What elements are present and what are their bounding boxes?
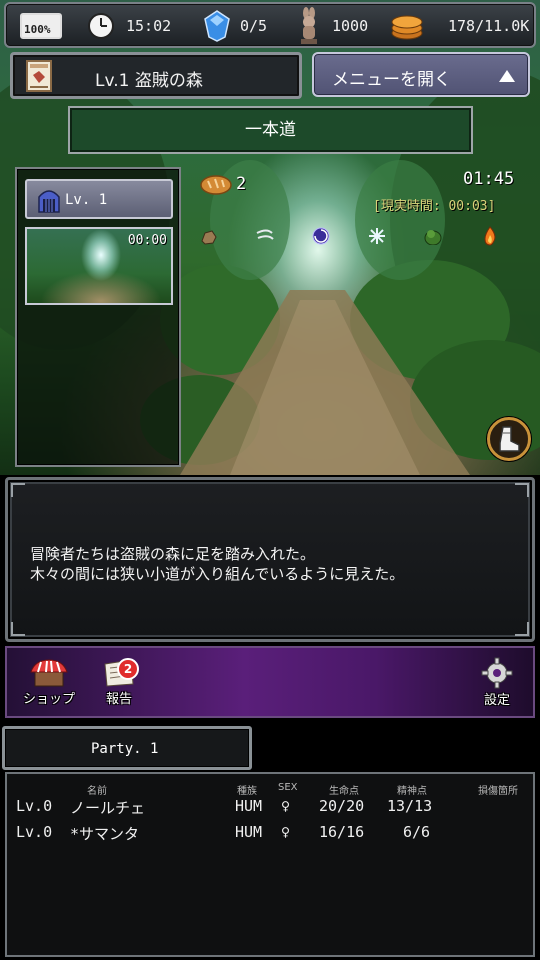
scroll-map-icon	[26, 60, 52, 92]
member-race: HUM	[235, 797, 263, 815]
coin-counter: 178/11.0K	[390, 4, 529, 48]
battery-icon: 100%	[20, 13, 62, 39]
floor-panel: Lv. 1 00:00	[15, 167, 181, 467]
floor-level-label: Lv. 1	[65, 192, 108, 208]
battery-text: 100%	[24, 23, 51, 36]
gem-count: 0/5	[240, 17, 268, 35]
report-button[interactable]: 報告 2	[83, 648, 155, 716]
battery-indicator: 100%	[20, 4, 62, 48]
shop-label: ショップ	[22, 691, 75, 707]
member-race: HUM	[235, 823, 263, 841]
action-bar: ショップ 報告 2 設定	[5, 646, 535, 718]
corner-ornament	[11, 483, 25, 497]
member-sex: ♀	[281, 823, 291, 841]
bush-icon	[423, 226, 443, 246]
rabbit-counter: 1000	[298, 4, 368, 48]
triangle-up-icon	[499, 70, 515, 82]
corner-ornament	[515, 622, 529, 636]
report-badge: 2	[117, 658, 139, 680]
shop-stall-icon	[30, 658, 68, 686]
rabbit-count: 1000	[332, 17, 369, 35]
party-member-row[interactable]: Lv.0 ノールチェ HUM ♀ 20/20 13/13	[7, 794, 533, 820]
member-name: ノールチェ	[70, 799, 146, 817]
route-name: 一本道	[245, 120, 296, 140]
coin-stack-icon	[391, 15, 423, 40]
location-header: Lv.1 盗賊の森	[10, 52, 302, 99]
member-mp: 13/13	[387, 797, 433, 815]
member-mp: 6/6	[403, 823, 431, 841]
bread-count: 2	[236, 174, 247, 194]
open-menu-label: メニューを開く	[332, 70, 451, 90]
gem-counter: 0/5	[204, 4, 267, 48]
rabbit-statue-icon	[301, 7, 317, 44]
member-sex: ♀	[281, 797, 291, 815]
clock-display: 15:02	[86, 4, 171, 48]
location-title: Lv.1 盗賊の森	[95, 71, 203, 91]
message-line: 木々の間には狭い小道が入り組んでいるように見えた。	[30, 565, 405, 583]
wind-icon	[255, 226, 275, 246]
gear-icon	[481, 657, 513, 688]
party-member-row[interactable]: Lv.0 *サマンタ HUM ♀ 16/16 6/6	[7, 820, 533, 846]
snowflake-icon	[367, 226, 387, 246]
clock-icon	[88, 13, 114, 39]
vortex-icon	[311, 226, 331, 246]
elapsed-time: 01:45	[463, 169, 515, 189]
member-level: Lv.0	[16, 797, 53, 815]
rock-icon	[199, 227, 219, 247]
blue-gem-icon	[204, 10, 230, 42]
corner-ornament	[11, 622, 25, 636]
column-header-sex: SEX	[278, 782, 298, 793]
message-window: 冒険者たちは盗賊の森に足を踏み入れた。 木々の間には狭い小道が入り組んでいるよう…	[5, 477, 535, 642]
bread-counter: 2	[200, 173, 246, 195]
floor-thumbnail[interactable]: 00:00	[25, 227, 173, 305]
party-tab[interactable]: Party. 1	[2, 726, 252, 770]
clock-time: 15:02	[126, 17, 172, 35]
report-label: 報告	[105, 691, 132, 707]
shop-button[interactable]: ショップ	[13, 648, 85, 716]
boot-icon	[499, 426, 520, 452]
party-tab-label: Party. 1	[91, 741, 159, 757]
settings-button[interactable]: 設定	[461, 648, 533, 716]
route-name-bar: 一本道	[68, 106, 473, 154]
floor-thumb-time: 00:00	[127, 233, 167, 248]
party-table: 名前 種族 SEX 生命点 精神点 損傷箇所 Lv.0 ノールチェ HUM ♀ …	[5, 772, 535, 957]
coin-count: 178/11.0K	[448, 17, 530, 35]
corner-ornament	[515, 483, 529, 497]
open-menu-button[interactable]: メニューを開く	[312, 52, 530, 97]
message-text: 冒険者たちは盗賊の森に足を踏み入れた。 木々の間には狭い小道が入り組んでいるよう…	[30, 544, 404, 584]
status-bar: 100% 15:02 0/5 1000 178/11.0K	[4, 2, 536, 48]
settings-label: 設定	[483, 692, 510, 708]
floor-level-button[interactable]: Lv. 1	[25, 179, 173, 219]
message-line: 冒険者たちは盗賊の森に足を踏み入れた。	[30, 545, 316, 563]
bread-icon	[200, 175, 232, 195]
member-hp: 16/16	[319, 823, 365, 841]
real-time: [現実時間: 00:03]	[373, 199, 496, 214]
walk-action-button[interactable]	[487, 417, 531, 461]
dungeon-gate-icon	[38, 190, 60, 213]
member-hp: 20/20	[319, 797, 365, 815]
member-level: Lv.0	[16, 823, 53, 841]
member-name: *サマンタ	[70, 825, 140, 843]
fire-icon	[480, 226, 500, 246]
